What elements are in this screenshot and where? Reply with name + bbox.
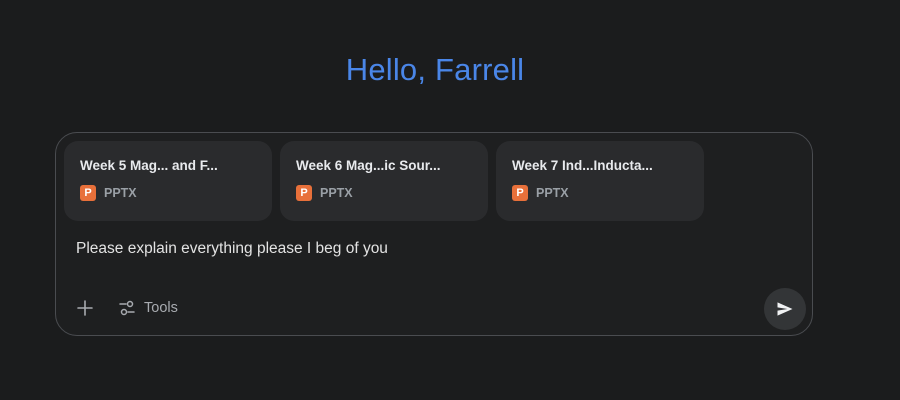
attachment-card-2[interactable]: Week 6 Mag...ic Sour... P PPTX <box>280 141 488 221</box>
powerpoint-file-icon: P <box>512 185 528 201</box>
attachment-list: Week 5 Mag... and F... P PPTX Week 6 Mag… <box>64 141 704 221</box>
prompt-input[interactable]: Please explain everything please I beg o… <box>76 240 388 258</box>
attachment-meta: P PPTX <box>296 185 472 201</box>
prompt-composer: Week 5 Mag... and F... P PPTX Week 6 Mag… <box>55 132 813 336</box>
send-icon <box>777 302 793 316</box>
greeting-title: Hello, Farrell <box>345 52 525 87</box>
tools-label: Tools <box>144 300 178 316</box>
attachment-name: Week 5 Mag... and F... <box>80 158 218 173</box>
attachment-name: Week 6 Mag...ic Sour... <box>296 158 441 173</box>
tools-sliders-icon <box>119 300 135 316</box>
powerpoint-file-icon: P <box>80 185 96 201</box>
plus-icon <box>77 300 93 316</box>
attachment-meta: P PPTX <box>512 185 688 201</box>
send-button[interactable] <box>764 288 806 330</box>
powerpoint-file-icon: P <box>296 185 312 201</box>
attachment-meta: P PPTX <box>80 185 256 201</box>
attachment-type: PPTX <box>104 186 137 200</box>
add-attachment-button[interactable] <box>70 293 100 323</box>
attachment-type: PPTX <box>320 186 353 200</box>
chat-page: Hello, Farrell Week 5 Mag... and F... P … <box>0 0 900 400</box>
attachment-name: Week 7 Ind...Inducta... <box>512 158 653 173</box>
attachment-card-3[interactable]: Week 7 Ind...Inducta... P PPTX <box>496 141 704 221</box>
attachment-card-1[interactable]: Week 5 Mag... and F... P PPTX <box>64 141 272 221</box>
tools-button[interactable]: Tools <box>118 293 178 323</box>
attachment-type: PPTX <box>536 186 569 200</box>
